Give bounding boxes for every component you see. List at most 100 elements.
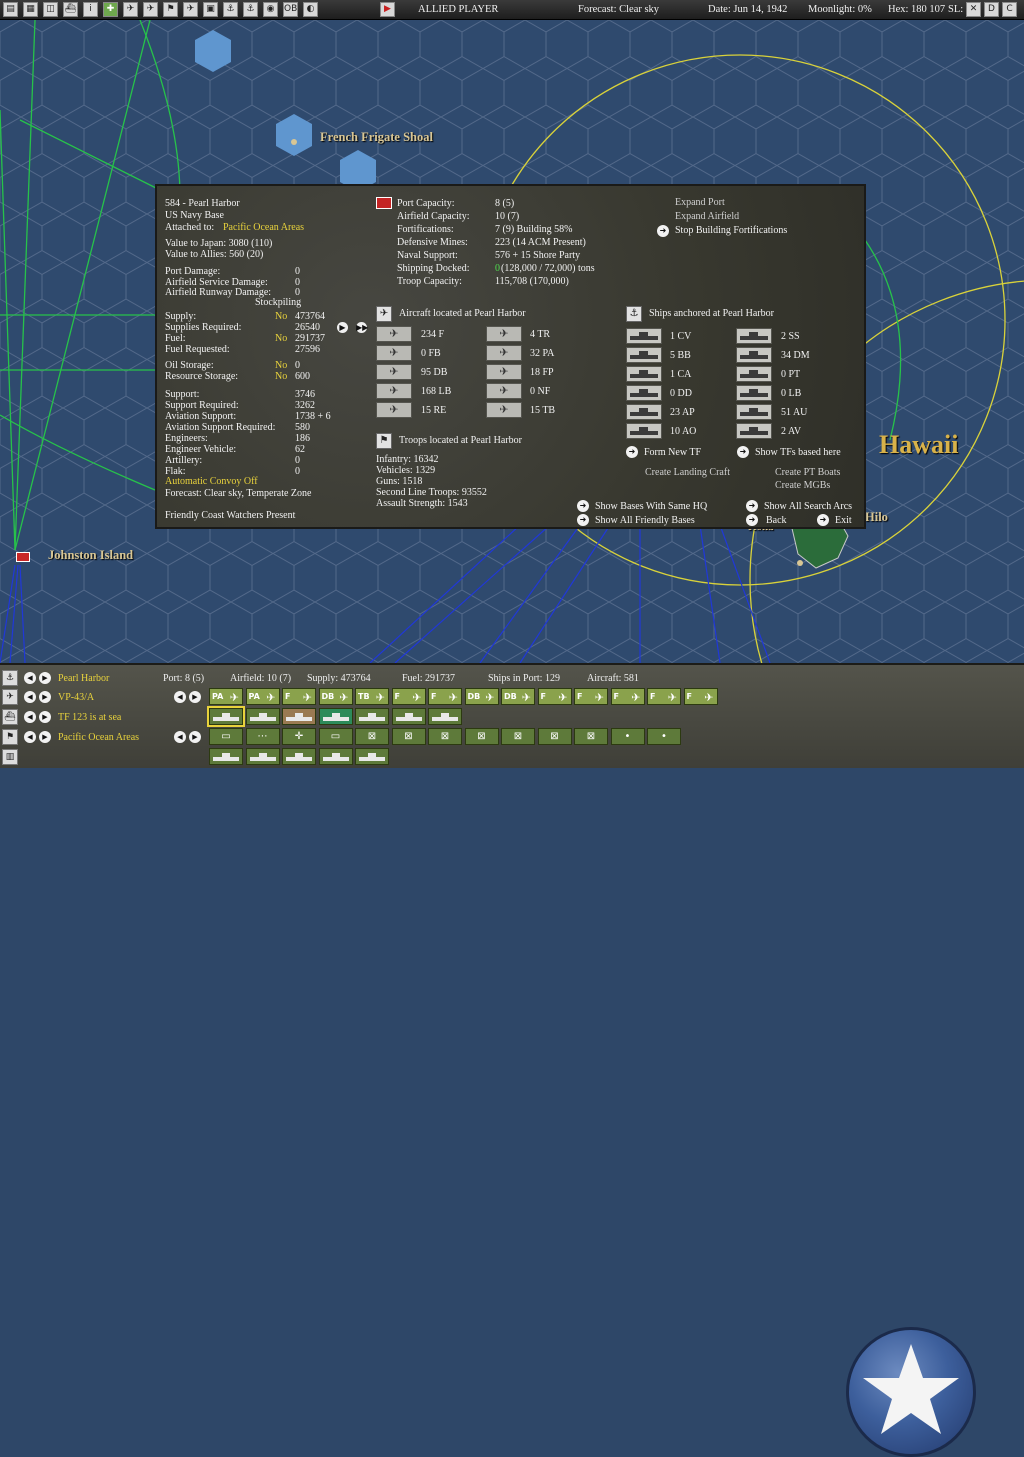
land-unit-button[interactable]: • (610, 728, 645, 745)
ship-type-icon[interactable] (736, 366, 772, 382)
ship-type-icon[interactable] (626, 404, 662, 420)
ship-type-icon[interactable] (736, 347, 772, 363)
attached-link[interactable]: Pacific Ocean Areas (223, 222, 304, 233)
ships-icon[interactable]: ⛴ (63, 2, 78, 17)
aircraft-type-icon[interactable]: ✈ (486, 402, 522, 418)
next-base-arrow[interactable]: ▶ (39, 672, 51, 684)
prev-air-arrow[interactable]: ◀ (24, 691, 36, 703)
air-scroll-left[interactable]: ◀ (174, 691, 186, 703)
sl-d-button[interactable]: D (984, 2, 999, 17)
red-flag-icon[interactable]: ✕ (966, 2, 981, 17)
air-unit-button[interactable]: F ✈ (537, 688, 572, 705)
ship-type-icon[interactable] (736, 385, 772, 401)
prev-hq-arrow[interactable]: ◀ (24, 731, 36, 743)
storage-flag[interactable]: No (275, 360, 287, 371)
land-unit-button[interactable]: ✛ (282, 728, 316, 745)
factory-icon[interactable]: ▥ (2, 749, 18, 765)
expand-port-button[interactable]: Expand Port (675, 197, 725, 208)
air-unit-button[interactable]: F ✈ (574, 688, 608, 705)
land-unit-button[interactable]: ▭ (209, 728, 243, 745)
misc-unit-button[interactable] (318, 748, 353, 765)
air-icon[interactable]: ✈ (123, 2, 138, 17)
tf-link[interactable]: TF 123 is at sea (58, 712, 121, 723)
form-new-tf-button[interactable]: Form New TF (644, 447, 701, 458)
aircraft-type-icon[interactable]: ✈ (376, 383, 412, 399)
land-unit-button[interactable]: ⊠ (537, 728, 572, 745)
flag-icon[interactable]: ⚑ (163, 2, 178, 17)
next-air-arrow[interactable]: ▶ (39, 691, 51, 703)
ship-type-icon[interactable] (736, 328, 772, 344)
exit-button[interactable]: Exit (835, 515, 852, 526)
air-unit-button[interactable]: F ✈ (683, 688, 718, 705)
aircraft-type-icon[interactable]: ✈ (486, 383, 522, 399)
plane-icon[interactable]: ✈ (2, 689, 18, 705)
back-arrow-icon[interactable]: ➜ (746, 514, 758, 526)
prev-tf-arrow[interactable]: ◀ (24, 711, 36, 723)
air-unit-button[interactable]: PA ✈ (245, 688, 280, 705)
land-scroll-left[interactable]: ◀ (174, 731, 186, 743)
ship-type-icon[interactable] (736, 423, 772, 439)
aircraft-type-icon[interactable]: ✈ (486, 326, 522, 342)
intel-icon[interactable]: ◫ (43, 2, 58, 17)
anchor-icon[interactable]: ⚓ (243, 2, 258, 17)
air-unit-button[interactable]: DB ✈ (501, 688, 535, 705)
list-icon[interactable]: ▦ (23, 2, 38, 17)
sl-c-button[interactable]: C (1002, 2, 1017, 17)
land-unit-button[interactable]: ⋯ (245, 728, 280, 745)
next-hq-arrow[interactable]: ▶ (39, 731, 51, 743)
land-unit-button[interactable]: ▭ (318, 728, 353, 745)
tf-ship-button[interactable] (391, 708, 426, 725)
air-unit-button[interactable]: F ✈ (428, 688, 462, 705)
air-unit-button[interactable]: F ✈ (647, 688, 681, 705)
stop-fort-button[interactable]: Stop Building Fortifications (675, 225, 787, 236)
air-unit-button[interactable]: F ✈ (391, 688, 426, 705)
sea-icon[interactable]: ✈ (143, 2, 158, 17)
hq-link[interactable]: Pacific Ocean Areas (58, 732, 139, 743)
aircraft-type-icon[interactable]: ✈ (376, 402, 412, 418)
ship-type-icon[interactable] (626, 385, 662, 401)
flag-icon[interactable]: ⚑ (2, 729, 18, 745)
aircraft-type-icon[interactable]: ✈ (376, 364, 412, 380)
land-unit-button[interactable]: ⊠ (501, 728, 535, 745)
base-name-link[interactable]: Pearl Harbor (58, 673, 109, 684)
convoy-toggle[interactable]: Automatic Convoy Off (165, 476, 258, 487)
storage-flag[interactable]: No (275, 371, 287, 382)
land-unit-button[interactable]: ⊠ (464, 728, 499, 745)
misc-unit-button[interactable] (282, 748, 316, 765)
ship-icon[interactable]: ⛴ (2, 709, 18, 725)
air-unit-button[interactable]: F ✈ (282, 688, 316, 705)
supply-flag[interactable]: No (275, 333, 287, 344)
land-unit-button[interactable]: ⊠ (391, 728, 426, 745)
stop-fort-arrow-icon[interactable]: ➜ (657, 225, 669, 237)
create-mgbs-button[interactable]: Create MGBs (775, 480, 830, 491)
tf-ship-button[interactable] (207, 706, 245, 727)
show-tfs-button[interactable]: Show TFs based here (755, 447, 841, 458)
exit-arrow-icon[interactable]: ➜ (817, 514, 829, 526)
create-landing-craft-button[interactable]: Create Landing Craft (645, 467, 730, 478)
show-search-arcs-button[interactable]: Show All Search Arcs (764, 501, 852, 512)
base-icon[interactable]: ▣ (203, 2, 218, 17)
supply-arrow-double[interactable]: ▶▶ (356, 322, 368, 333)
ship-type-icon[interactable] (626, 423, 662, 439)
supply-flag[interactable]: No (275, 311, 287, 322)
expand-airfield-button[interactable]: Expand Airfield (675, 211, 739, 222)
land-unit-button[interactable]: • (647, 728, 681, 745)
misc-unit-button[interactable] (245, 748, 280, 765)
air-unit-button[interactable]: DB ✈ (464, 688, 499, 705)
us-flag-icon[interactable] (16, 552, 30, 562)
land-unit-button[interactable]: ⊠ (355, 728, 389, 745)
aircraft-type-icon[interactable]: ✈ (486, 345, 522, 361)
land-scroll-right[interactable]: ▶ (189, 731, 201, 743)
create-pt-boats-button[interactable]: Create PT Boats (775, 467, 840, 478)
info-icon[interactable]: i (83, 2, 98, 17)
air-unit-button[interactable]: PA ✈ (209, 688, 243, 705)
ship-type-icon[interactable] (626, 347, 662, 363)
land-unit-button[interactable]: ⊠ (428, 728, 462, 745)
prev-base-arrow[interactable]: ◀ (24, 672, 36, 684)
misc-unit-button[interactable] (209, 748, 243, 765)
globe-icon[interactable]: ◉ (263, 2, 278, 17)
transport-icon[interactable]: ✈ (183, 2, 198, 17)
report-icon[interactable]: ▤ (3, 2, 18, 17)
aircraft-type-icon[interactable]: ✈ (486, 364, 522, 380)
search-arcs-arrow-icon[interactable]: ➜ (746, 500, 758, 512)
